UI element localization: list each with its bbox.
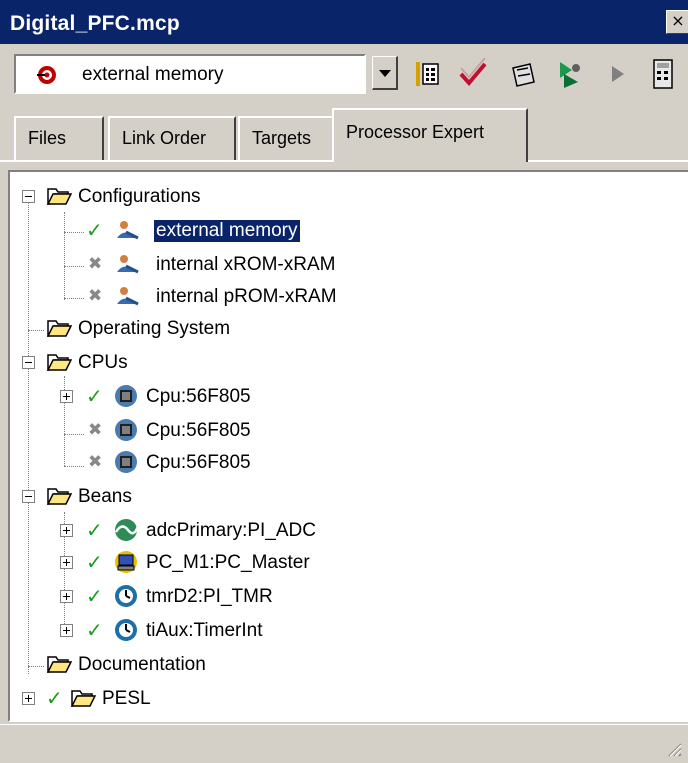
timer-globe-icon: [115, 585, 137, 607]
tree-node-label: internal pROM-xRAM: [156, 286, 337, 307]
tab-link-order[interactable]: Link Order: [108, 116, 236, 160]
title-bar: Digital_PFC.mcp ×: [0, 0, 688, 44]
tree-node-config-internal-prom[interactable]: ✖ internal pROM-xRAM: [20, 282, 420, 312]
enabled-check-icon: ✓: [86, 218, 103, 242]
folder-open-icon: [70, 690, 96, 707]
timer-globe-icon: [115, 619, 137, 641]
disabled-x-icon: ✖: [88, 452, 103, 472]
folder-open-icon: [46, 320, 72, 337]
cpu-chip-icon: [115, 451, 137, 473]
tree-node-label: Cpu:56F805: [146, 386, 251, 407]
tree-node-label: Cpu:56F805: [146, 420, 251, 441]
calculator-icon[interactable]: [648, 58, 678, 90]
tree-node-documentation[interactable]: Documentation: [20, 650, 420, 680]
status-bar: [0, 724, 688, 763]
enabled-check-icon: ✓: [86, 518, 103, 542]
tree-node-label: external memory: [153, 219, 301, 243]
pc-monitor-icon: [115, 551, 137, 573]
tree-node-beans[interactable]: Beans: [20, 482, 420, 512]
debug-bug-icon[interactable]: [508, 58, 538, 90]
tree-node-label: internal xROM-xRAM: [156, 254, 336, 275]
tree-node-pesl[interactable]: ✓ PESL: [20, 684, 420, 714]
enabled-check-icon: ✓: [86, 618, 103, 642]
tree-node-label: adcPrimary:PI_ADC: [146, 520, 316, 541]
tab-targets[interactable]: Targets: [238, 116, 336, 160]
tab-bar: Files Link Order Targets Processor Exper…: [0, 108, 688, 164]
settings-icon[interactable]: [412, 58, 442, 90]
tree-node-config-external-memory[interactable]: ✓ external memory: [20, 216, 420, 246]
target-bullseye-icon: [37, 66, 56, 84]
tree-node-label: tiAux:TimerInt: [146, 620, 263, 641]
collapse-toggle[interactable]: [22, 190, 35, 203]
config-people-icon: [117, 221, 139, 240]
collapse-toggle[interactable]: [22, 356, 35, 369]
resize-grip-icon[interactable]: [664, 739, 682, 757]
expand-toggle[interactable]: [22, 692, 35, 705]
step-icon[interactable]: [604, 58, 634, 90]
tab-processor-expert[interactable]: Processor Expert: [332, 108, 528, 162]
run-icon[interactable]: [556, 58, 586, 90]
target-select[interactable]: external memory: [14, 54, 366, 94]
tree-node-bean-pc-master[interactable]: ✓ PC_M1:PC_Master: [20, 548, 420, 578]
tree-node-cpu-2[interactable]: ✖ Cpu:56F805: [20, 416, 420, 446]
close-button[interactable]: ×: [666, 10, 688, 34]
target-select-value: external memory: [82, 64, 224, 85]
tree-node-config-internal-xrom[interactable]: ✖ internal xROM-xRAM: [20, 250, 420, 280]
tree-node-label: Beans: [78, 486, 132, 507]
toolbar: external memory: [0, 44, 688, 108]
disabled-x-icon: ✖: [88, 254, 103, 274]
disabled-x-icon: ✖: [88, 420, 103, 440]
enabled-check-icon: ✓: [86, 384, 103, 408]
expand-toggle[interactable]: [60, 390, 73, 403]
expand-toggle[interactable]: [60, 556, 73, 569]
expand-toggle[interactable]: [60, 590, 73, 603]
config-people-icon: [117, 255, 139, 274]
tree-node-bean-tmr[interactable]: ✓ tmrD2:PI_TMR: [20, 582, 420, 612]
tree-node-bean-adc[interactable]: ✓ adcPrimary:PI_ADC: [20, 516, 420, 546]
folder-open-icon: [46, 488, 72, 505]
window-title: Digital_PFC.mcp: [10, 12, 180, 35]
tree-node-operating-system[interactable]: Operating System: [20, 314, 420, 344]
expand-toggle[interactable]: [60, 624, 73, 637]
cpu-chip-icon: [115, 419, 137, 441]
tree-node-label: Operating System: [78, 318, 231, 339]
expand-toggle[interactable]: [60, 524, 73, 537]
tree-node-label: tmrD2:PI_TMR: [146, 586, 273, 607]
tree-node-label: PESL: [102, 688, 151, 709]
folder-open-icon: [46, 354, 72, 371]
adc-globe-icon: [114, 519, 140, 541]
folder-open-icon: [46, 188, 72, 205]
tree-node-label: CPUs: [78, 352, 128, 373]
cpu-chip-icon: [115, 385, 137, 407]
target-dropdown-button[interactable]: [372, 56, 398, 90]
tree-node-configurations[interactable]: Configurations: [20, 182, 420, 212]
tree-node-label: Configurations: [78, 186, 201, 207]
disabled-x-icon: ✖: [88, 286, 103, 306]
processor-expert-tree: Configurations ✓ external memory ✖ inter…: [8, 170, 688, 722]
check-make-icon[interactable]: [458, 58, 488, 90]
tree-node-label: PC_M1:PC_Master: [146, 552, 310, 573]
tree-node-label: Documentation: [78, 654, 206, 675]
config-people-icon: [117, 287, 139, 306]
enabled-check-icon: ✓: [46, 686, 63, 710]
tree-node-cpu-3[interactable]: ✖ Cpu:56F805: [20, 448, 420, 478]
tree-node-cpus[interactable]: CPUs: [20, 348, 420, 378]
enabled-check-icon: ✓: [86, 584, 103, 608]
tree-node-label: Cpu:56F805: [146, 452, 251, 473]
tree-node-cpu-1[interactable]: ✓ Cpu:56F805: [20, 382, 420, 412]
collapse-toggle[interactable]: [22, 490, 35, 503]
folder-open-icon: [46, 656, 72, 673]
enabled-check-icon: ✓: [86, 550, 103, 574]
tab-files[interactable]: Files: [14, 116, 104, 160]
tree-node-bean-timerint[interactable]: ✓ tiAux:TimerInt: [20, 616, 420, 646]
